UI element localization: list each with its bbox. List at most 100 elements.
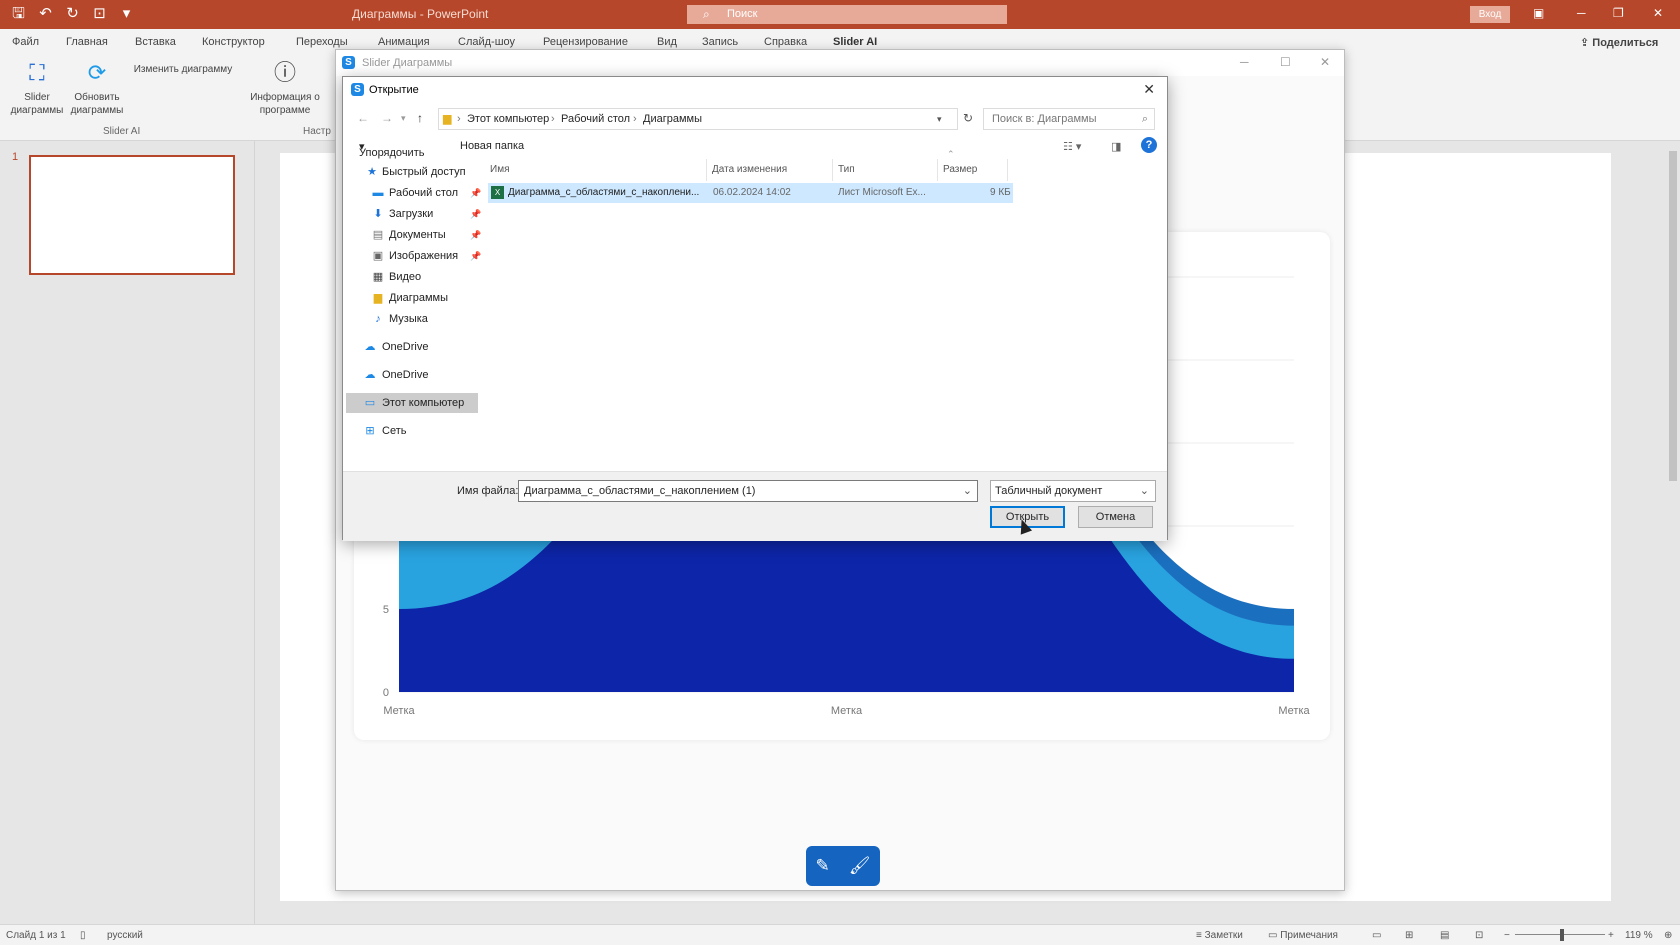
slider-charts-button[interactable]: ⛶ Slider диаграммы — [6, 59, 68, 117]
accessibility-icon[interactable]: ▯ — [80, 930, 86, 941]
tab-record[interactable]: Запись — [702, 36, 738, 48]
nav-label: Загрузки — [389, 208, 434, 220]
normal-view-icon[interactable]: ▭ — [1372, 930, 1381, 941]
nav-videos[interactable]: ▦ Видео — [343, 267, 480, 287]
brush-icon[interactable]: 🖌 — [849, 856, 871, 876]
nav-this-pc[interactable]: ▭ Этот компьютер — [346, 393, 478, 413]
minimize-icon[interactable]: ─ — [1577, 6, 1586, 20]
redo-icon[interactable]: ↻ — [64, 5, 81, 22]
vertical-scrollbar[interactable] — [1666, 141, 1680, 924]
tab-insert[interactable]: Вставка — [135, 36, 176, 48]
close-icon[interactable]: ✕ — [1653, 6, 1663, 20]
slider-maximize-icon[interactable]: ☐ — [1280, 55, 1291, 69]
dialog-close-icon[interactable]: ✕ — [1143, 81, 1155, 98]
notes-button[interactable]: ≡ Заметки — [1196, 930, 1243, 941]
new-folder-button[interactable]: Новая папка — [460, 140, 524, 152]
back-icon[interactable]: ← — [357, 111, 369, 125]
search-input[interactable]: ⌕ Поиск — [687, 5, 1007, 24]
nav-label: Рабочий стол — [389, 187, 459, 199]
tab-help[interactable]: Справка — [764, 36, 807, 48]
undo-icon[interactable]: ↶ — [37, 5, 54, 22]
help-icon[interactable]: ? — [1141, 137, 1157, 153]
chevron-down-icon: ⌄ — [1139, 485, 1149, 497]
reading-view-icon[interactable]: ▤ — [1440, 930, 1449, 941]
nav-documents[interactable]: ▤ Документы 📌 — [343, 225, 481, 245]
quick-access-toolbar: 🖫 ↶ ↻ ⊡ ▾ — [10, 5, 135, 22]
cancel-button[interactable]: Отмена — [1078, 506, 1153, 528]
zoom-level[interactable]: 119 % — [1625, 930, 1653, 941]
folder-search-input[interactable]: Поиск в: Диаграммы ⌕ — [983, 108, 1155, 130]
file-list: ⌃ Имя Дата изменения Тип Размер X Диагра… — [485, 149, 1167, 471]
filename-input[interactable]: Диаграмма_с_областями_с_накоплением (1) … — [518, 480, 978, 502]
tab-view[interactable]: Вид — [657, 36, 677, 48]
nav-onedrive[interactable]: ☁ OneDrive — [343, 337, 480, 357]
forward-icon[interactable]: → — [381, 111, 393, 125]
search-icon: ⌕ — [1141, 113, 1148, 125]
refresh-folder-icon[interactable]: ↻ — [963, 111, 973, 125]
filetype-select[interactable]: Табличный документ ⌄ — [990, 480, 1156, 502]
nav-quick-access[interactable]: ★ Быстрый доступ — [343, 162, 480, 182]
presentation-icon[interactable]: ⊡ — [91, 5, 108, 22]
nav-network[interactable]: ⊞ Сеть — [343, 421, 480, 441]
refresh-charts-button[interactable]: ⟳ Обновить диаграммы — [66, 59, 128, 117]
slider-close-icon[interactable]: ✕ — [1320, 55, 1330, 69]
column-name[interactable]: Имя — [485, 159, 707, 181]
x-category-label: Метка — [383, 705, 415, 717]
edit-data-icon[interactable]: ✎ — [816, 856, 830, 876]
recent-icon[interactable]: ▾ — [401, 113, 406, 124]
tab-transitions[interactable]: Переходы — [296, 36, 348, 48]
about-button[interactable]: ⓘ Информация о программе — [250, 59, 320, 117]
fit-slide-icon[interactable]: ⊕ — [1664, 930, 1672, 941]
tab-slider-ai[interactable]: Slider AI — [833, 36, 877, 48]
filename-value: Диаграмма_с_областями_с_накоплением (1) — [524, 485, 756, 497]
view-options-icon[interactable]: ☷ ▾ — [1063, 140, 1081, 153]
tab-design[interactable]: Конструктор — [202, 36, 265, 48]
slide-thumbnail[interactable] — [29, 155, 235, 275]
column-date[interactable]: Дата изменения — [707, 159, 833, 181]
dialog-command-row: Упорядочить ▾ Новая папка ☷ ▾ ◨ ? — [343, 133, 1167, 159]
chevron-down-icon[interactable]: ⌄ — [963, 481, 972, 501]
group-label-slider: Slider AI — [103, 126, 141, 137]
zoom-in-icon[interactable]: + — [1608, 930, 1614, 941]
ribbon-display-icon[interactable]: ▣ — [1533, 6, 1544, 20]
nav-music[interactable]: ♪ Музыка — [343, 309, 480, 329]
slider-minimize-icon[interactable]: ─ — [1240, 55, 1249, 69]
path-segment[interactable]: Диаграммы — [643, 109, 702, 129]
tab-home[interactable]: Главная — [66, 36, 108, 48]
nav-downloads[interactable]: ⬇ Загрузки 📌 — [343, 204, 481, 224]
address-dropdown-icon[interactable]: ▾ — [937, 109, 942, 129]
nav-charts-folder[interactable]: ▆ Диаграммы — [343, 288, 480, 308]
refresh-charts-label: Обновить диаграммы — [70, 92, 124, 116]
preview-pane-icon[interactable]: ◨ — [1111, 140, 1121, 153]
tab-file[interactable]: Файл — [12, 36, 39, 48]
organize-button[interactable]: Упорядочить ▾ — [359, 140, 424, 159]
up-icon[interactable]: ↑ — [417, 111, 423, 125]
nav-label: Изображения — [389, 250, 459, 262]
slideshow-view-icon[interactable]: ⊡ — [1475, 930, 1483, 941]
tab-animation[interactable]: Анимация — [378, 36, 430, 48]
customize-qat-icon[interactable]: ▾ — [118, 5, 135, 22]
zoom-slider-thumb[interactable] — [1560, 929, 1564, 941]
tab-review[interactable]: Рецензирование — [543, 36, 628, 48]
restore-icon[interactable]: ❐ — [1613, 6, 1624, 20]
nav-label: OneDrive — [382, 369, 429, 381]
path-segment[interactable]: Рабочий стол — [561, 109, 630, 129]
tab-slideshow[interactable]: Слайд-шоу — [458, 36, 515, 48]
share-button[interactable]: ⇪ Поделиться — [1580, 36, 1658, 49]
zoom-out-icon[interactable]: − — [1504, 930, 1510, 941]
save-icon[interactable]: 🖫 — [10, 5, 27, 22]
column-type[interactable]: Тип — [833, 159, 938, 181]
nav-onedrive-2[interactable]: ☁ OneDrive — [343, 365, 480, 385]
nav-pictures[interactable]: ▣ Изображения 📌 — [343, 246, 481, 266]
file-row[interactable]: X Диаграмма_с_областями_с_накоплени... 0… — [488, 183, 1013, 203]
language-indicator[interactable]: русский — [107, 930, 143, 941]
address-bar[interactable]: ▆ › Этот компьютер › Рабочий стол › Диаг… — [438, 108, 958, 130]
column-size[interactable]: Размер — [938, 159, 1008, 181]
comments-button[interactable]: ▭ Примечания — [1268, 930, 1338, 941]
sorter-view-icon[interactable]: ⊞ — [1405, 930, 1413, 941]
edit-chart-button[interactable]: Изменить диаграмму — [128, 63, 238, 76]
nav-desktop[interactable]: ▬ Рабочий стол 📌 — [343, 183, 482, 203]
path-segment[interactable]: Этот компьютер — [467, 109, 549, 129]
login-button[interactable]: Вход — [1470, 6, 1510, 23]
scrollbar-thumb[interactable] — [1669, 151, 1677, 481]
